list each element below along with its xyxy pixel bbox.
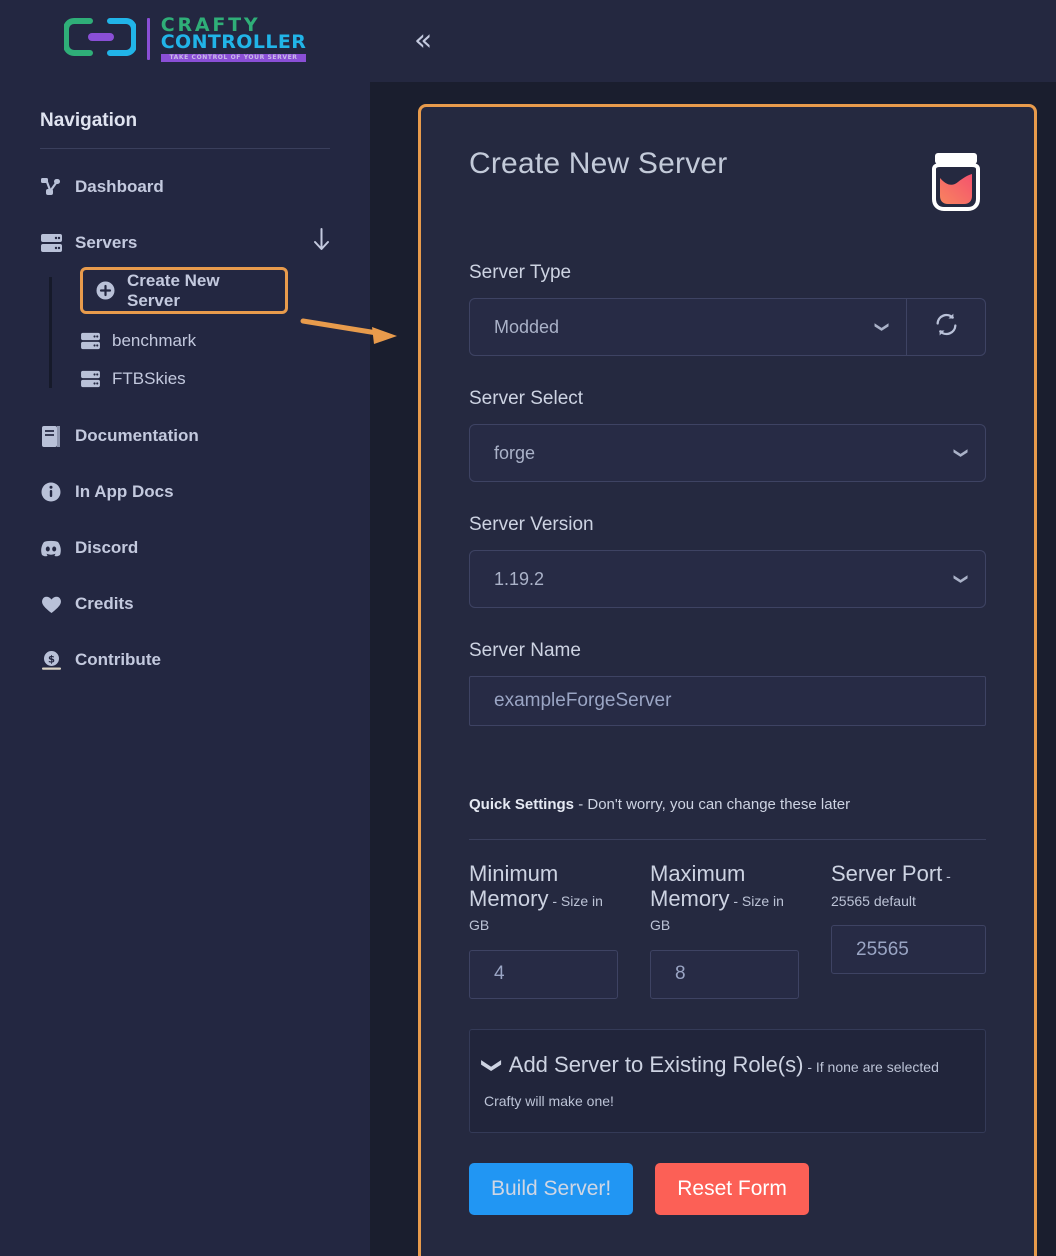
quick-settings-title: Quick Settings — [469, 796, 575, 813]
min-memory-value: 4 — [494, 963, 505, 985]
server-select-dropdown[interactable]: forge ❯ — [469, 424, 986, 482]
sidebar-item-benchmark[interactable]: benchmark — [80, 322, 370, 360]
server-name-input[interactable]: exampleForgeServer — [469, 676, 986, 726]
plus-circle-icon — [95, 281, 115, 301]
navigation-heading: Navigation — [40, 110, 138, 131]
quick-settings-divider — [469, 839, 986, 840]
chevron-down-icon[interactable]: ❯ — [477, 1057, 508, 1074]
server-version-label: Server Version — [469, 514, 594, 535]
server-version-dropdown[interactable]: 1.19.2 ❯ — [469, 550, 986, 608]
heart-icon — [40, 593, 62, 615]
brand-tagline: TAKE CONTROL OF YOUR SERVER — [160, 54, 307, 62]
server-port-input[interactable]: 25565 — [831, 925, 986, 975]
brand-name-secondary: CONTROLLER — [160, 31, 307, 53]
build-server-button[interactable]: Build Server! — [469, 1163, 634, 1216]
submenu-guide-line — [49, 277, 52, 388]
server-select-label: Server Select — [469, 388, 584, 409]
brand-logo[interactable]: CRAFTY CONTROLLER TAKE CONTROL OF YOUR S… — [0, 0, 370, 78]
donate-icon: $ — [40, 649, 62, 671]
chevron-down-icon: ❯ — [953, 447, 970, 459]
server-icon — [40, 232, 62, 254]
sidebar-item-credits[interactable]: Credits — [0, 586, 370, 622]
navigation-divider — [40, 148, 330, 149]
server-port-value: 25565 — [856, 938, 909, 960]
form-actions: Build Server! Reset Form — [469, 1163, 986, 1216]
sidebar-item-documentation[interactable]: Documentation — [0, 418, 370, 454]
sidebar-item-label: Dashboard — [75, 177, 164, 196]
sidebar-subitem-label: Create New Server — [127, 270, 220, 310]
server-icon — [80, 369, 100, 389]
max-memory-value: 8 — [675, 963, 686, 985]
sidebar-item-label: Documentation — [75, 426, 199, 445]
page-title: Create New Server — [469, 147, 728, 180]
max-memory-input[interactable]: 8 — [650, 949, 799, 999]
book-icon — [40, 425, 62, 447]
sidebar-item-label: Discord — [75, 538, 139, 557]
roles-title: ❯ Add Server to Existing Role(s) - If non… — [481, 1048, 967, 1116]
server-select-value: forge — [494, 442, 536, 463]
sidebar-subitem-label: FTBSkies — [112, 369, 186, 388]
reset-form-button[interactable]: Reset Form — [655, 1163, 809, 1216]
chevron-down-icon: ❯ — [953, 573, 970, 585]
add-server-to-roles-section[interactable]: ❯ Add Server to Existing Role(s) - If non… — [469, 1028, 986, 1134]
sitemap-icon — [40, 176, 62, 198]
quick-settings-heading: Quick Settings - Don't worry, you can ch… — [469, 796, 986, 813]
sidebar-item-contribute[interactable]: $ Contribute — [0, 642, 370, 678]
max-memory-group: Maximum Memory - Size in GB 8 — [650, 861, 799, 999]
arrow-down-icon[interactable] — [313, 228, 330, 258]
jar-icon — [926, 151, 986, 218]
min-memory-input[interactable]: 4 — [469, 949, 618, 999]
sidebar-item-label: In App Docs — [75, 482, 174, 501]
servers-submenu: Create New Server benchmark FTBSkies — [0, 267, 370, 398]
server-version-value: 1.19.2 — [494, 568, 545, 589]
server-type-select[interactable]: Modded ❯ — [469, 298, 907, 356]
server-type-label: Server Type — [469, 262, 572, 283]
refresh-server-types-button[interactable] — [907, 298, 986, 356]
collapse-sidebar-icon[interactable]: « — [414, 26, 432, 56]
server-port-group: Server Port - 25565 default 25565 — [831, 861, 986, 999]
sidebar-item-ftbskies[interactable]: FTBSkies — [80, 360, 370, 398]
sidebar-item-label: Servers — [75, 233, 138, 252]
refresh-icon — [934, 312, 959, 342]
quick-settings-note: - Don't worry, you can change these late… — [574, 796, 851, 813]
sidebar-item-create-new-server[interactable]: Create New Server — [80, 267, 288, 314]
logo-divider — [146, 18, 150, 60]
card-header: Create New Server — [469, 147, 986, 218]
sidebar-item-label: Contribute — [75, 650, 161, 669]
server-port-label-text: Server Port — [831, 861, 943, 886]
roles-title-text: Add Server to Existing Role(s) — [508, 1051, 804, 1077]
sidebar-item-discord[interactable]: Discord — [0, 530, 370, 566]
server-type-value: Modded — [494, 316, 560, 337]
svg-text:$: $ — [48, 654, 55, 665]
top-bar: « — [370, 0, 1056, 82]
create-server-card: Create New Server Server Type Modded ❯ S… — [418, 104, 1037, 1256]
main-content: « Create New Server Server Type Modded ❯… — [370, 0, 1056, 1256]
server-icon — [80, 331, 100, 351]
server-name-value: exampleForgeServer — [494, 690, 672, 711]
max-memory-label: Maximum Memory - Size in GB — [650, 861, 799, 936]
info-circle-icon — [40, 481, 62, 503]
chevron-down-icon: ❯ — [874, 321, 891, 333]
server-type-row: Modded ❯ — [469, 298, 986, 356]
sidebar-item-servers[interactable]: Servers — [0, 225, 370, 261]
sidebar-item-in-app-docs[interactable]: In App Docs — [0, 474, 370, 510]
min-memory-label: Minimum Memory - Size in GB — [469, 861, 618, 936]
sidebar-subitem-label: benchmark — [112, 331, 197, 350]
app-root: CRAFTY CONTROLLER TAKE CONTROL OF YOUR S… — [0, 0, 1056, 1256]
sidebar: CRAFTY CONTROLLER TAKE CONTROL OF YOUR S… — [0, 0, 370, 1256]
server-name-label: Server Name — [469, 640, 581, 661]
server-port-label: Server Port - 25565 default — [831, 861, 986, 911]
sidebar-item-dashboard[interactable]: Dashboard — [0, 169, 370, 205]
sidebar-item-label: Credits — [75, 594, 134, 613]
discord-icon — [40, 537, 62, 559]
min-memory-group: Minimum Memory - Size in GB 4 — [469, 861, 618, 999]
quick-settings-grid: Minimum Memory - Size in GB 4 Maximum Me… — [469, 861, 986, 999]
crafty-chainlink-icon — [62, 17, 137, 62]
min-memory-label-text: Minimum Memory — [469, 861, 559, 911]
